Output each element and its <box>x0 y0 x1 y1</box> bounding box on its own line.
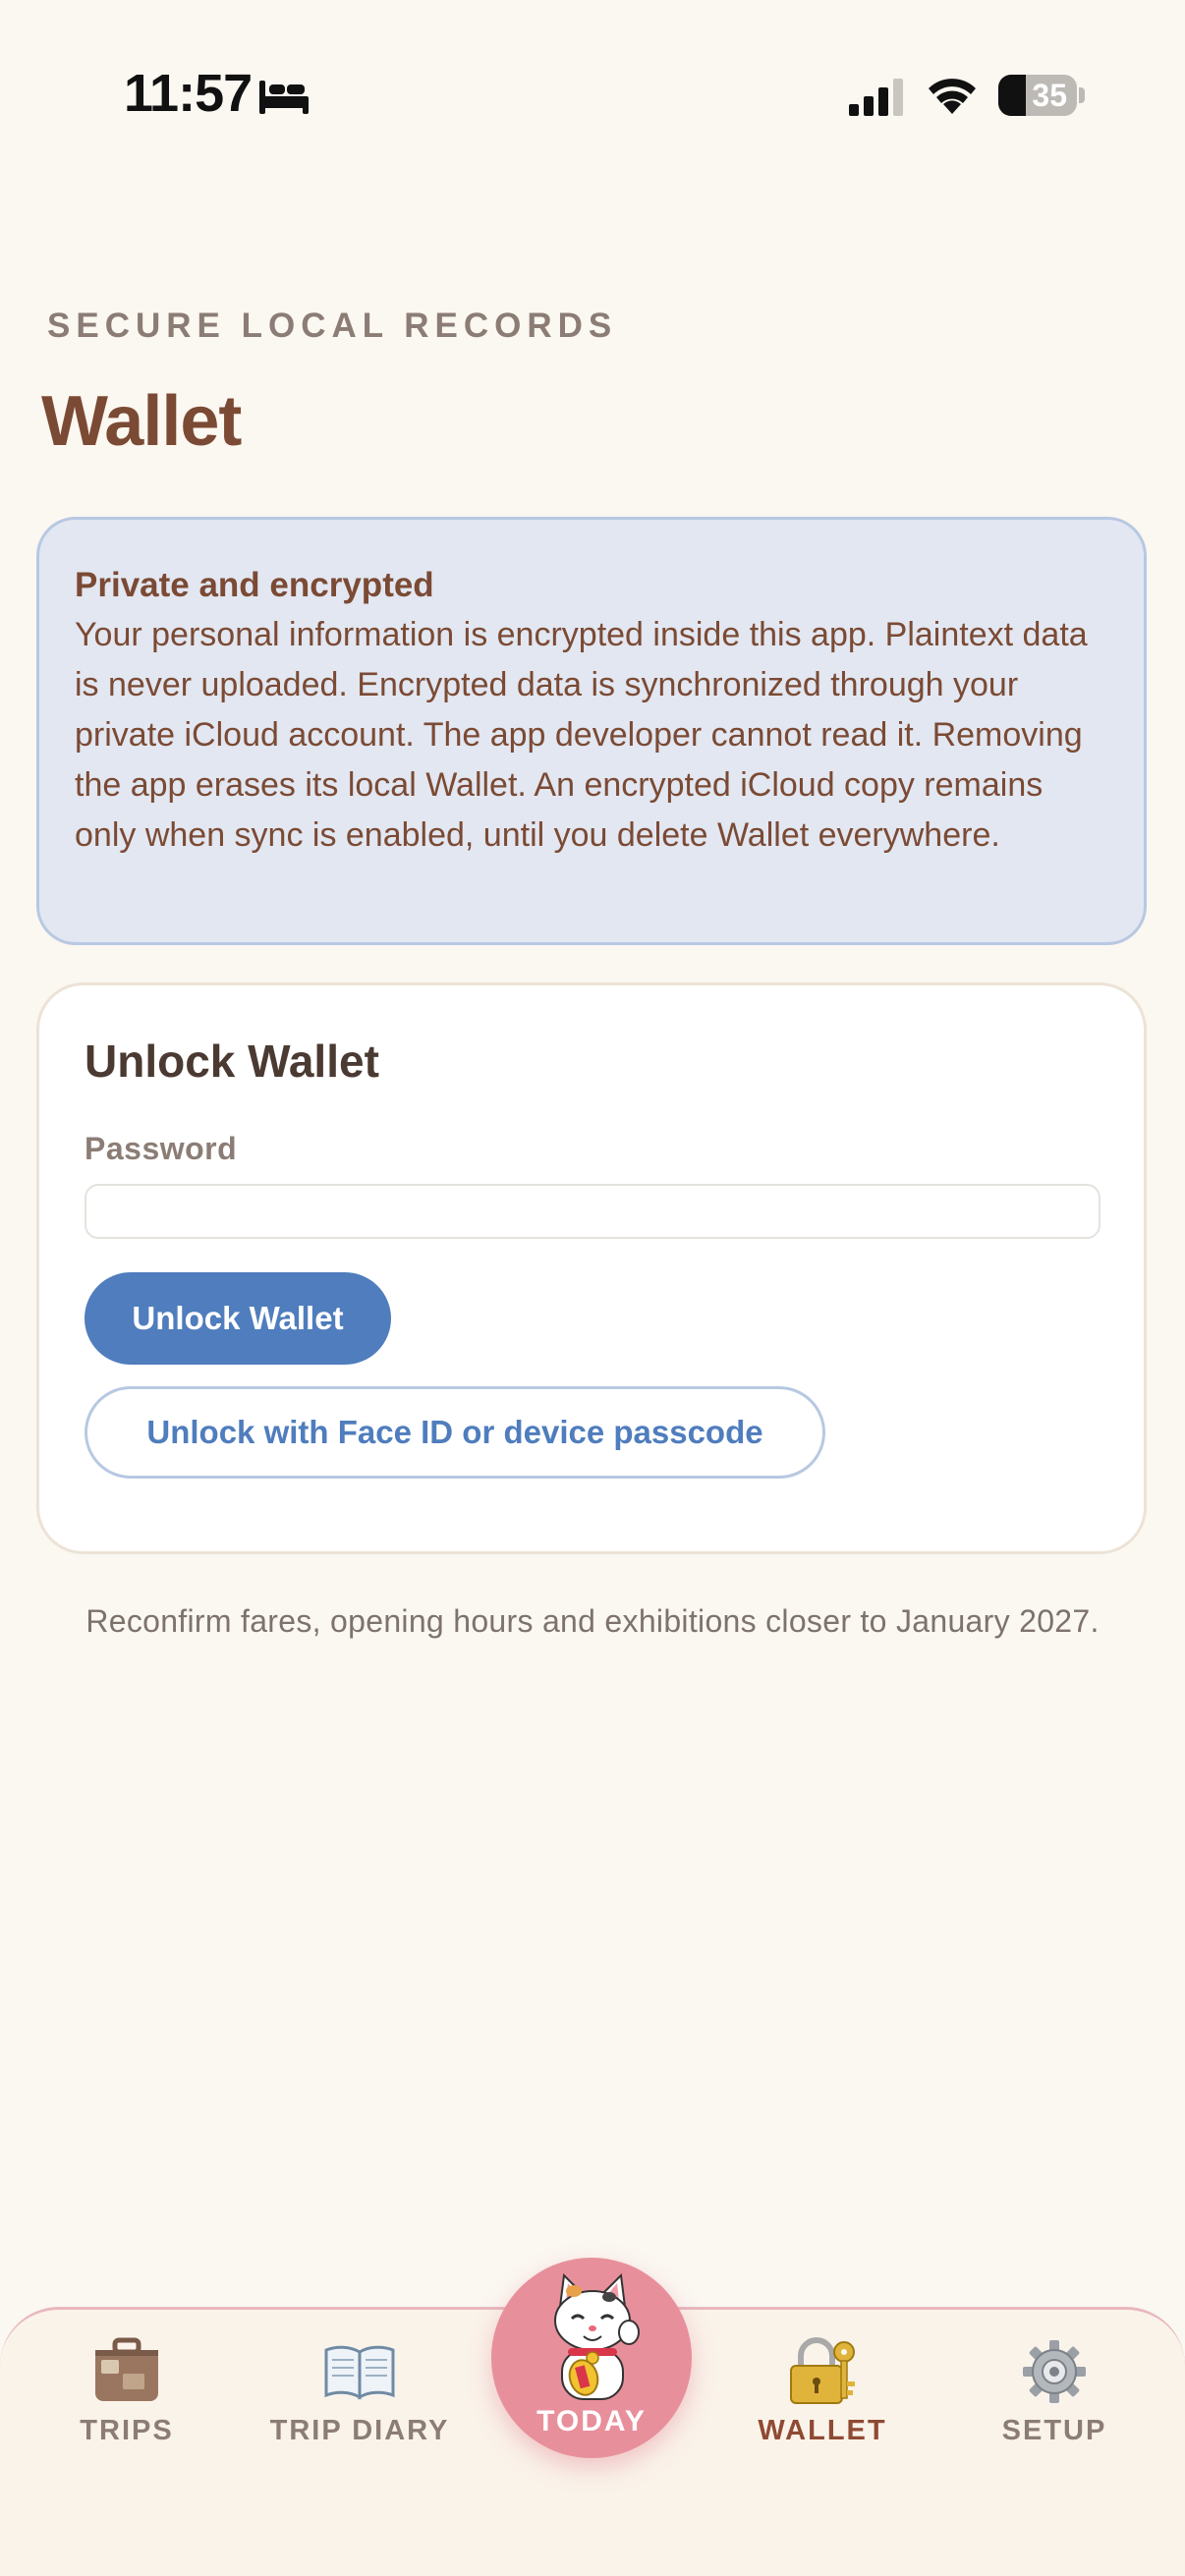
password-input[interactable] <box>85 1184 1100 1239</box>
unlock-wallet-card: Unlock Wallet Password Unlock Wallet Unl… <box>36 982 1147 1554</box>
password-label: Password <box>85 1131 238 1166</box>
suitcase-icon <box>95 2337 158 2401</box>
tab-trip-diary-label: TRIP DIARY <box>269 2415 450 2446</box>
bed-icon <box>259 81 309 114</box>
unlock-card-title: Unlock Wallet <box>85 1036 379 1087</box>
tab-trip-diary[interactable]: TRIP DIARY <box>252 2336 468 2454</box>
tab-wallet-label: WALLET <box>758 2415 887 2446</box>
tab-setup[interactable]: SETUP <box>946 2336 1162 2454</box>
face-id-unlock-button[interactable]: Unlock with Face ID or device passcode <box>85 1386 825 1479</box>
lock-with-key-icon <box>790 2337 855 2404</box>
battery-indicator: 35 <box>998 75 1077 116</box>
footnote: Reconfirm fares, opening hours and exhib… <box>85 1603 1100 1639</box>
section-eyebrow: SECURE LOCAL RECORDS <box>47 307 618 345</box>
tab-trips[interactable]: TRIPS <box>19 2336 235 2454</box>
lucky-cat-icon <box>554 2272 640 2400</box>
gear-icon <box>1023 2340 1086 2403</box>
info-card-body: Your personal information is encrypted i… <box>75 616 1088 854</box>
cellular-signal-icon <box>849 79 903 116</box>
status-bar: 11:57 35 <box>0 0 1185 187</box>
tab-setup-label: SETUP <box>1001 2415 1107 2446</box>
tab-today[interactable]: TODAY <box>491 2258 692 2458</box>
battery-level: 35 <box>1032 78 1067 113</box>
privacy-info-card: Private and encrypted Your personal info… <box>36 517 1147 945</box>
wifi-icon <box>929 79 976 114</box>
tab-today-label: TODAY <box>536 2405 647 2437</box>
battery-cap <box>1079 87 1085 103</box>
open-book-icon <box>324 2345 395 2400</box>
info-card-title: Private and encrypted <box>75 566 434 604</box>
tab-trips-label: TRIPS <box>80 2415 174 2446</box>
unlock-wallet-button[interactable]: Unlock Wallet <box>85 1272 391 1365</box>
status-time: 11:57 <box>124 64 253 123</box>
tab-wallet[interactable]: WALLET <box>714 2336 931 2454</box>
page-title: Wallet <box>41 382 242 461</box>
